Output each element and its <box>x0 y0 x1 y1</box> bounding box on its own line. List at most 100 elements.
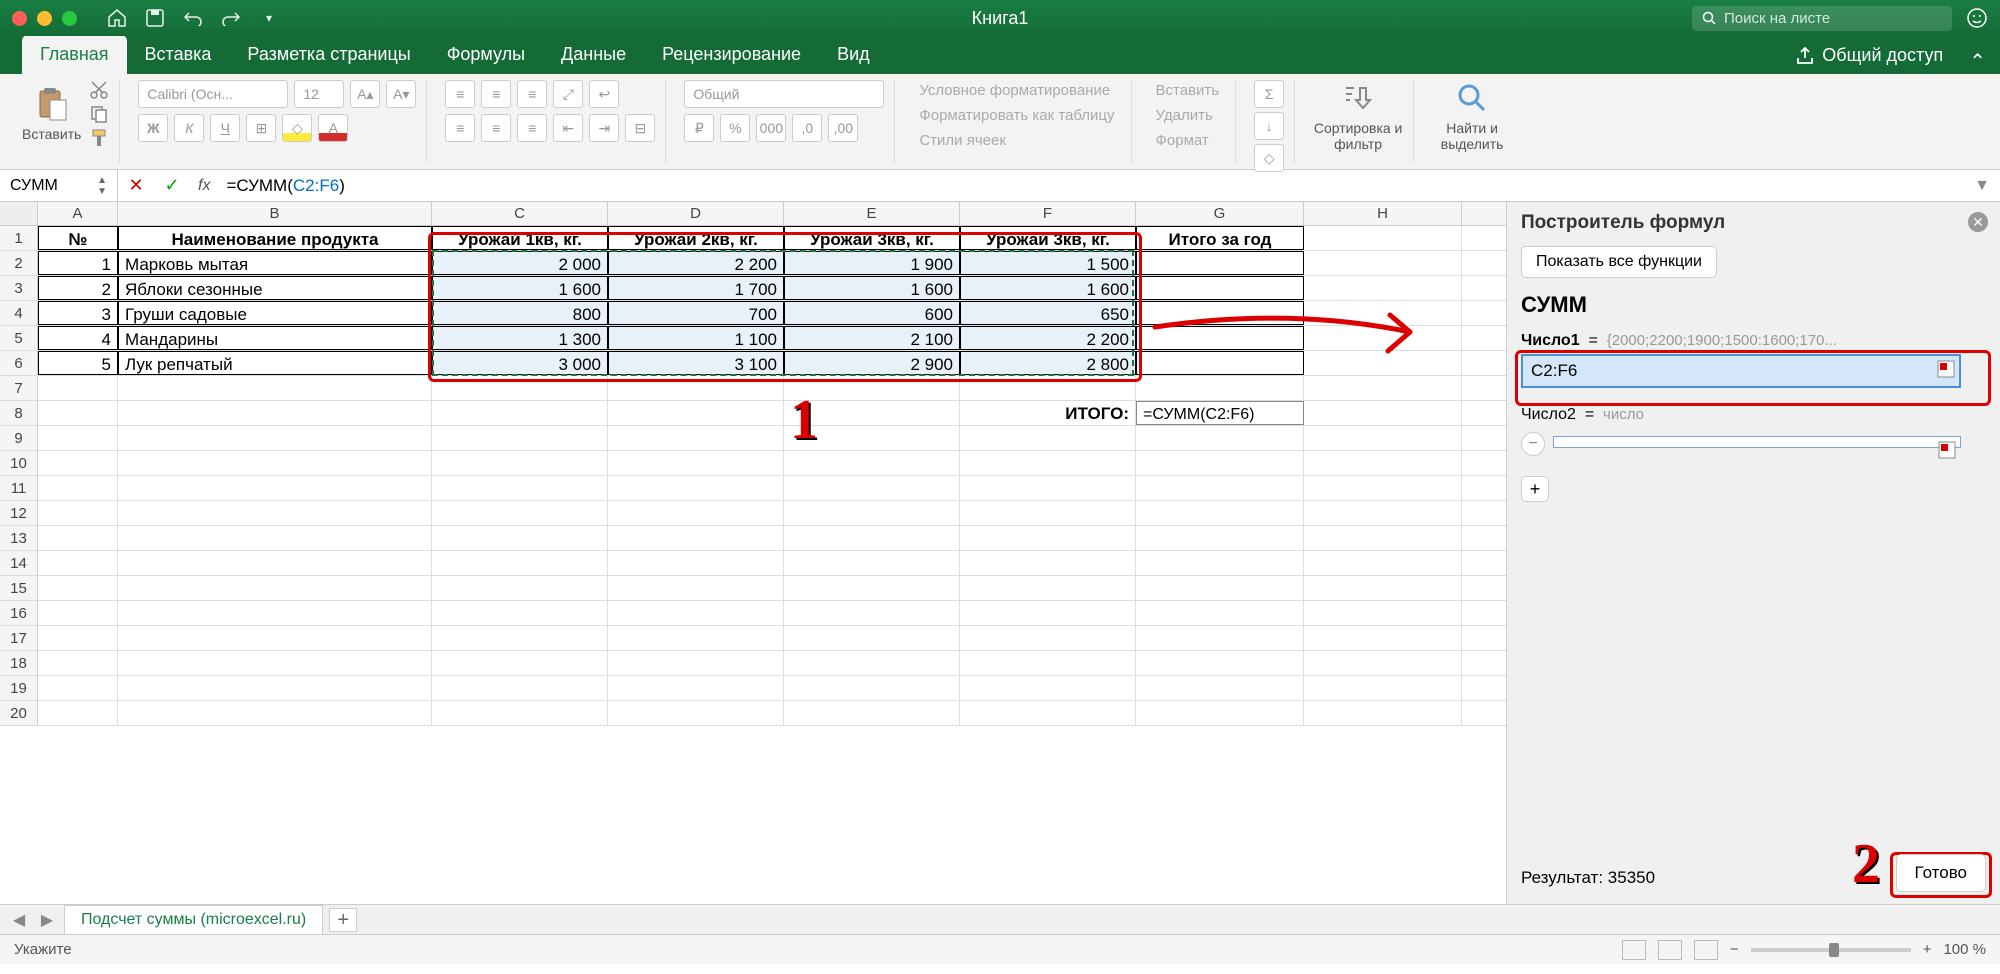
row-header[interactable]: 19 <box>0 676 38 700</box>
row-header[interactable]: 9 <box>0 426 38 450</box>
cell[interactable]: 1 500 <box>960 251 1136 275</box>
row-header[interactable]: 6 <box>0 351 38 375</box>
select-all-corner[interactable] <box>0 202 38 225</box>
align-center-icon[interactable]: ≡ <box>481 114 511 142</box>
zoom-slider[interactable] <box>1751 948 1911 952</box>
cell[interactable] <box>1304 226 1462 250</box>
sort-filter-button[interactable]: Сортировка и фильтр <box>1313 80 1403 152</box>
zoom-level[interactable]: 100 % <box>1943 941 1986 958</box>
font-color-icon[interactable]: A <box>318 114 348 142</box>
cell[interactable]: Урожай 3кв, кг. <box>960 226 1136 250</box>
cell[interactable] <box>1136 251 1304 275</box>
cell[interactable]: 3 100 <box>608 351 784 375</box>
find-select-button[interactable]: Найти и выделить <box>1432 80 1512 152</box>
row-header[interactable]: 12 <box>0 501 38 525</box>
cell[interactable]: 4 <box>38 326 118 350</box>
close-window-icon[interactable] <box>12 11 27 26</box>
currency-icon[interactable]: ₽ <box>684 114 714 142</box>
tab-view[interactable]: Вид <box>819 35 888 74</box>
tab-insert[interactable]: Вставка <box>127 35 230 74</box>
format-painter-icon[interactable] <box>89 128 109 148</box>
total-label-cell[interactable]: ИТОГО: <box>960 401 1136 425</box>
autosum-icon[interactable]: Σ <box>1254 80 1284 108</box>
tab-review[interactable]: Рецензирование <box>644 35 819 74</box>
cell[interactable]: Урожай 2кв, кг. <box>608 226 784 250</box>
formula-input[interactable]: =СУММ(C2:F6) <box>218 176 1974 196</box>
range-picker-icon[interactable] <box>1938 441 1956 459</box>
clear-icon[interactable]: ◇ <box>1254 144 1284 172</box>
zoom-in-button[interactable]: + <box>1923 941 1932 958</box>
argument-1-input[interactable]: C2:F6 <box>1521 354 1961 388</box>
align-middle-icon[interactable]: ≡ <box>481 80 511 108</box>
cell[interactable] <box>1136 301 1304 325</box>
row-header[interactable]: 18 <box>0 651 38 675</box>
cell[interactable]: 2 <box>38 276 118 300</box>
orientation-icon[interactable]: ⤢ <box>553 80 583 108</box>
cell[interactable]: 3 000 <box>432 351 608 375</box>
next-sheet-icon[interactable]: ▶ <box>36 910 58 930</box>
cell[interactable]: Лук репчатый <box>118 351 432 375</box>
undo-icon[interactable] <box>183 8 203 28</box>
cell[interactable]: 1 600 <box>960 276 1136 300</box>
col-header[interactable]: F <box>960 202 1136 225</box>
col-header[interactable]: D <box>608 202 784 225</box>
row-header[interactable]: 20 <box>0 701 38 725</box>
cell[interactable]: 2 200 <box>960 326 1136 350</box>
page-layout-view-icon[interactable] <box>1658 940 1682 960</box>
row-header[interactable]: 15 <box>0 576 38 600</box>
comma-icon[interactable]: 000 <box>756 114 786 142</box>
confirm-formula-icon[interactable]: ✓ <box>154 175 190 196</box>
name-box[interactable]: СУММ ▲▼ <box>0 170 118 201</box>
sheet-tab[interactable]: Подсчет суммы (microexcel.ru) <box>64 905 323 934</box>
cell[interactable] <box>1304 351 1462 375</box>
cell[interactable]: № <box>38 226 118 250</box>
maximize-window-icon[interactable] <box>62 11 77 26</box>
redo-icon[interactable] <box>221 8 241 28</box>
align-bottom-icon[interactable]: ≡ <box>517 80 547 108</box>
prev-sheet-icon[interactable]: ◀ <box>8 910 30 930</box>
range-picker-icon[interactable] <box>1937 360 1955 378</box>
cell[interactable] <box>1304 326 1462 350</box>
home-icon[interactable] <box>107 8 127 28</box>
decrease-decimal-icon[interactable]: ,00 <box>828 114 858 142</box>
cell[interactable]: 600 <box>784 301 960 325</box>
cell[interactable]: 2 900 <box>784 351 960 375</box>
zoom-out-button[interactable]: − <box>1730 941 1739 958</box>
cell[interactable]: 1 600 <box>784 276 960 300</box>
cell[interactable]: Мандарины <box>118 326 432 350</box>
row-header[interactable]: 10 <box>0 451 38 475</box>
col-header[interactable]: G <box>1136 202 1304 225</box>
font-name-select[interactable]: Calibri (Осн... <box>138 80 288 108</box>
italic-button[interactable]: К <box>174 114 204 142</box>
argument-2-input[interactable] <box>1553 436 1961 448</box>
row-header[interactable]: 4 <box>0 301 38 325</box>
cell[interactable]: 1 <box>38 251 118 275</box>
cell[interactable]: 1 900 <box>784 251 960 275</box>
increase-indent-icon[interactable]: ⇥ <box>589 114 619 142</box>
cell[interactable]: Итого за год <box>1136 226 1304 250</box>
cell[interactable] <box>1136 276 1304 300</box>
cell[interactable]: 2 000 <box>432 251 608 275</box>
normal-view-icon[interactable] <box>1622 940 1646 960</box>
cell[interactable]: 2 800 <box>960 351 1136 375</box>
number-format-select[interactable]: Общий <box>684 80 884 108</box>
cell[interactable]: 5 <box>38 351 118 375</box>
col-header[interactable]: A <box>38 202 118 225</box>
add-sheet-button[interactable]: + <box>329 908 357 932</box>
add-argument-button[interactable]: + <box>1521 476 1549 502</box>
underline-button[interactable]: Ч <box>210 114 240 142</box>
save-icon[interactable] <box>145 8 165 28</box>
done-button[interactable]: Готово <box>1896 854 1987 892</box>
paste-button[interactable]: Вставить <box>22 80 81 148</box>
spreadsheet-grid[interactable]: A B C D E F G H 1 № Наименование продукт… <box>0 202 1506 904</box>
cell[interactable]: 800 <box>432 301 608 325</box>
cell[interactable] <box>1136 326 1304 350</box>
borders-icon[interactable]: ⊞ <box>246 114 276 142</box>
align-left-icon[interactable]: ≡ <box>445 114 475 142</box>
row-header[interactable]: 8 <box>0 401 38 425</box>
cell[interactable]: 2 200 <box>608 251 784 275</box>
insert-cells-button[interactable]: Вставить <box>1150 80 1226 101</box>
row-header[interactable]: 14 <box>0 551 38 575</box>
cell[interactable] <box>1304 301 1462 325</box>
cut-icon[interactable] <box>89 80 109 100</box>
